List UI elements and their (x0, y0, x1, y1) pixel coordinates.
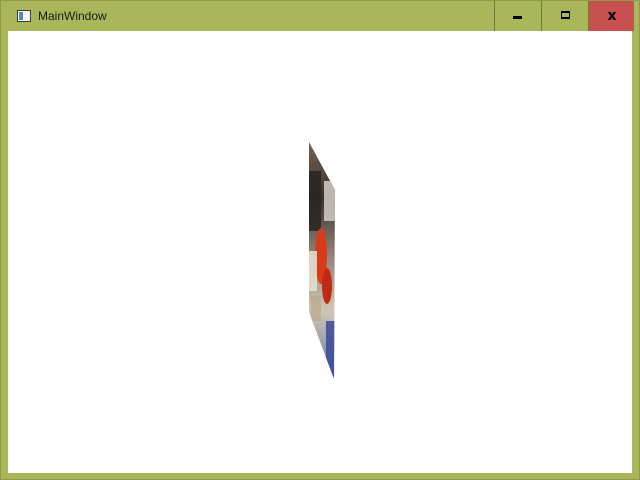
perspective-image (309, 142, 335, 379)
close-icon: x (607, 8, 617, 24)
maximize-button[interactable] (541, 1, 588, 31)
close-button[interactable]: x (588, 1, 634, 31)
window-title: MainWindow (38, 9, 107, 23)
minimize-button[interactable] (494, 1, 541, 31)
title-bar[interactable]: MainWindow x (1, 1, 639, 31)
minimize-icon (513, 16, 522, 19)
window-content (8, 31, 632, 473)
main-window: MainWindow x (0, 0, 640, 480)
maximize-icon (561, 11, 570, 19)
app-window-icon[interactable] (17, 10, 31, 22)
